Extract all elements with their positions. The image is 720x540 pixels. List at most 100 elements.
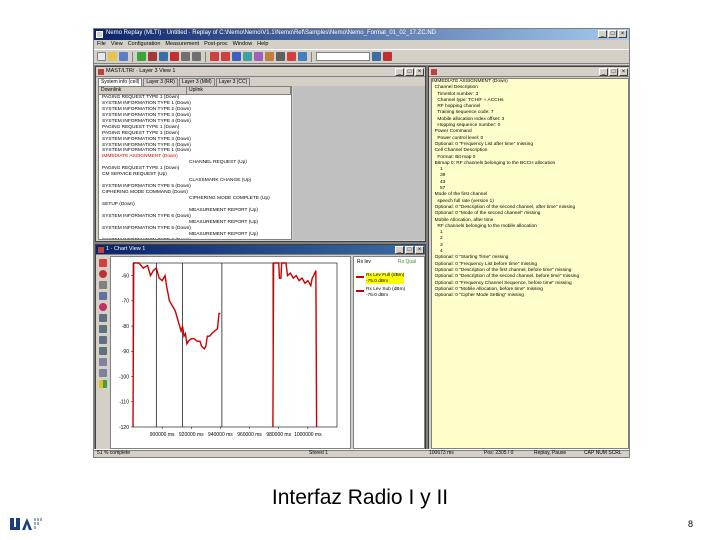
plot-frame	[132, 262, 338, 428]
pause-icon[interactable]	[159, 52, 168, 61]
close-button[interactable]: ×	[619, 68, 628, 76]
x-tick-label: 940000 ms	[208, 432, 233, 438]
exit-icon[interactable]	[383, 52, 392, 61]
legend-label: Rx Lev Sub (dBm) -75.0 dBm	[366, 287, 406, 298]
menu-post-proc[interactable]: Post-proc	[204, 40, 228, 49]
message-list-header: Downlink Uplink	[99, 87, 291, 95]
zoom-out-icon[interactable]	[99, 325, 107, 333]
maximize-button[interactable]: □	[609, 68, 618, 76]
message-downlink: SYSTEM INFORMATION TYPE 6 (Down)	[102, 237, 191, 240]
eye-icon[interactable]	[99, 303, 107, 311]
flag-icon[interactable]	[221, 52, 230, 61]
menu-help[interactable]: Help	[257, 40, 268, 49]
message-list[interactable]: Downlink Uplink PAGING REQUEST TYPE 1 (D…	[98, 86, 292, 240]
stop-icon[interactable]	[148, 52, 157, 61]
menu-view[interactable]: View	[111, 40, 123, 49]
new-file-icon[interactable]	[97, 52, 106, 61]
main-toolbar	[94, 49, 629, 64]
message-list-window: MAST/LTR/ · Layer 3 View 1 _ □ × System …	[95, 66, 426, 242]
properties-icon[interactable]	[99, 259, 107, 267]
app-icon	[96, 31, 103, 38]
y-tick-label: -120	[119, 425, 129, 431]
x-tick-label: 960000 ms	[237, 432, 262, 438]
menu-bar: File View Configuration Measurement Post…	[94, 40, 629, 49]
minimize-button[interactable]: _	[599, 68, 608, 76]
window-icon	[98, 247, 104, 253]
decode-window-title-bar: _ □ ×	[429, 67, 629, 77]
chart-plot-area[interactable]: -60 -70 -80 -90 -100 -110 -120 900000 ms 920000 …	[110, 256, 351, 449]
column-header-uplink[interactable]: Uplink	[187, 87, 291, 94]
message-row[interactable]: SYSTEM INFORMATION TYPE 6 (Down)	[99, 237, 291, 240]
grid-icon[interactable]	[254, 52, 263, 61]
maximize-button[interactable]: □	[608, 30, 617, 38]
series-line-rxlev-full	[272, 262, 318, 428]
print-icon[interactable]	[99, 369, 107, 377]
step-forward-icon[interactable]	[192, 52, 201, 61]
legend-swatch	[356, 276, 364, 278]
menu-configuration[interactable]: Configuration	[128, 40, 161, 49]
marker-icon[interactable]	[210, 52, 219, 61]
map-icon[interactable]	[232, 52, 241, 61]
record-icon[interactable]	[99, 270, 107, 278]
select-icon[interactable]	[99, 292, 107, 300]
legend-head-rxlev[interactable]: Rx lev	[357, 259, 371, 265]
legend-head-rxqual[interactable]: Rx Qual	[398, 259, 416, 265]
color-bar-icon[interactable]	[99, 380, 107, 388]
filter-icon[interactable]	[276, 52, 285, 61]
grid-icon[interactable]	[99, 358, 107, 366]
save-icon[interactable]	[119, 52, 128, 61]
zoom-icon[interactable]	[372, 52, 381, 61]
message-icon[interactable]	[265, 52, 274, 61]
status-bar: 51 % complete Stored 1 100673 ms Pos: 23…	[94, 449, 629, 457]
menu-file[interactable]: File	[97, 40, 106, 49]
maximize-button[interactable]: □	[405, 68, 414, 76]
scan-icon[interactable]	[298, 52, 307, 61]
legend-entry-rxlev-full[interactable]: Rx Lev Full (dBm) -75.0 dBm	[356, 273, 405, 284]
app-title: Nemo Replay (MLTI) · Untitled · Replay o…	[106, 30, 437, 36]
chart-window: 1 · Chart View 1 _ □ × -60 -70 -80 -90 -…	[95, 244, 426, 450]
alarm-icon[interactable]	[287, 52, 296, 61]
status-progress: 51 % complete	[97, 450, 131, 456]
tab-layer3-rr[interactable]: Layer 3 (RR)	[143, 78, 178, 86]
y-tick-label: -110	[119, 400, 129, 406]
record-icon[interactable]	[170, 52, 179, 61]
minimize-button[interactable]: _	[395, 246, 404, 254]
toolbar-separator	[132, 51, 133, 62]
pan-icon[interactable]	[99, 281, 107, 289]
y-tick-label: -60	[122, 273, 129, 279]
y-tick-label: -80	[122, 324, 129, 330]
speed-combo[interactable]	[316, 52, 370, 61]
open-folder-icon[interactable]	[108, 52, 117, 61]
application-window: Nemo Replay (MLTI) · Untitled · Replay o…	[93, 28, 630, 458]
zoom-in-icon[interactable]	[99, 314, 107, 322]
message-window-title-bar: MAST/LTR/ · Layer 3 View 1 _ □ ×	[96, 67, 425, 77]
zoom-fit-icon[interactable]	[99, 336, 107, 344]
zoom-reset-icon[interactable]	[99, 347, 107, 355]
column-header-downlink[interactable]: Downlink	[99, 87, 187, 94]
tab-system-info[interactable]: System info (cell)	[98, 78, 143, 86]
close-button[interactable]: ×	[618, 30, 627, 38]
minimize-button[interactable]: _	[395, 68, 404, 76]
toolbar-separator	[205, 51, 206, 62]
tree-line[interactable]: Optional: 0 "Cipher Mode Setting" missin…	[432, 293, 628, 299]
chart-icon[interactable]	[243, 52, 252, 61]
close-button[interactable]: ×	[415, 68, 424, 76]
close-button[interactable]: ×	[415, 246, 424, 254]
legend-swatch	[356, 290, 364, 292]
status-position: Pos: 2305 / 0	[484, 450, 514, 456]
minimize-button[interactable]: _	[598, 30, 607, 38]
toolbar-separator	[311, 51, 312, 62]
step-back-icon[interactable]	[181, 52, 190, 61]
menu-window[interactable]: Window	[233, 40, 253, 49]
status-keys: CAP NUM SCRL	[584, 450, 622, 456]
decoded-message-tree[interactable]: IMMEDIATE ASSIGNMENT (Down) Channel Desc…	[431, 78, 629, 449]
legend-entry-rxlev-sub[interactable]: Rx Lev Sub (dBm) -75.0 dBm	[356, 287, 405, 298]
menu-measurement[interactable]: Measurement	[165, 40, 199, 49]
tab-layer3-mm[interactable]: Layer 3 (MM)	[178, 78, 215, 86]
maximize-button[interactable]: □	[405, 246, 414, 254]
y-tick-label: -70	[122, 299, 129, 305]
play-icon[interactable]	[137, 52, 146, 61]
tab-layer3-cc[interactable]: Layer 3 (CC)	[215, 78, 251, 86]
message-tabs: System info (cell) Layer 3 (RR) Layer 3 …	[98, 78, 251, 86]
chart-window-title-bar: 1 · Chart View 1 _ □ ×	[96, 245, 425, 255]
